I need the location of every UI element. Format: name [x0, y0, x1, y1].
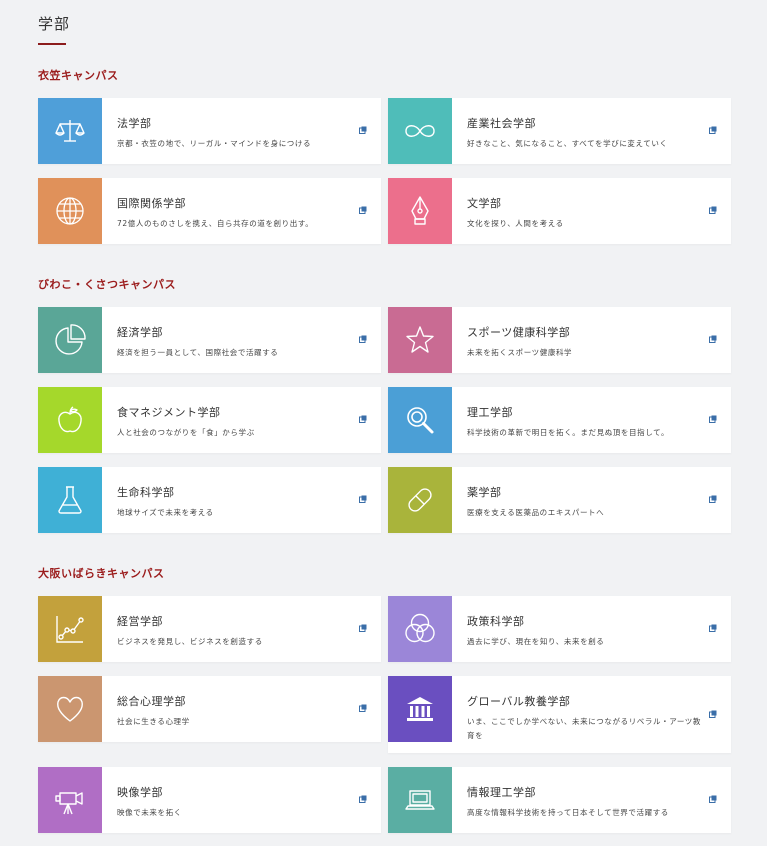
external-link-icon[interactable]	[359, 704, 367, 712]
page-title-underline	[38, 43, 66, 45]
faculty-card-pharmacy[interactable]: 薬学部 医療を支える医薬品のエキスパートへ	[388, 467, 731, 533]
faculty-description: 映像で未来を拓く	[117, 808, 182, 817]
external-link-icon[interactable]	[359, 335, 367, 343]
laptop-icon	[388, 767, 452, 833]
faculty-description: 好きなこと、気になること、すべてを学びに変えていく	[467, 139, 668, 148]
faculty-card-business-administration[interactable]: 経営学部 ビジネスを発見し、ビジネスを創造する	[38, 596, 381, 662]
faculty-name: 法学部	[117, 117, 152, 130]
faculty-name: グローバル教養学部	[467, 695, 571, 708]
faculty-description: 京都・衣笠の地で、リーガル・マインドを身につける	[117, 139, 312, 148]
institution-icon	[388, 676, 452, 742]
faculty-name: 映像学部	[117, 786, 163, 799]
external-link-icon[interactable]	[709, 624, 717, 632]
faculty-card-comprehensive-psychology[interactable]: 総合心理学部 社会に生きる心理学	[38, 676, 381, 742]
movie-camera-icon	[38, 767, 102, 833]
faculty-card-sport-health[interactable]: スポーツ健康科学部 未来を拓くスポーツ健康科学	[388, 307, 731, 373]
faculty-name: 理工学部	[467, 406, 513, 419]
faculty-description: 人と社会のつながりを「食」から学ぶ	[117, 428, 255, 437]
faculty-name: 経営学部	[117, 615, 163, 628]
faculty-description: 医療を支える医薬品のエキスパートへ	[467, 508, 605, 517]
external-link-icon[interactable]	[709, 710, 717, 718]
magnifier-icon	[388, 387, 452, 453]
faculty-card-policy-science[interactable]: 政策科学部 過去に学び、現在を知り、未来を創る	[388, 596, 731, 662]
faculty-card-science-engineering[interactable]: 理工学部 科学技術の革新で明日を拓く。まだ見ぬ頂を目指して。	[388, 387, 731, 453]
faculty-description: 文化を探り、人間を考える	[467, 219, 564, 228]
faculty-description: 科学技術の革新で明日を拓く。まだ見ぬ頂を目指して。	[467, 428, 670, 437]
globe-icon	[38, 178, 102, 244]
infinity-icon	[388, 98, 452, 164]
external-link-icon[interactable]	[709, 335, 717, 343]
external-link-icon[interactable]	[359, 495, 367, 503]
faculty-description: 地球サイズで未来を考える	[117, 508, 214, 517]
faculty-card-image-arts-sciences[interactable]: 映像学部 映像で未来を拓く	[38, 767, 381, 833]
faculty-description: 社会に生きる心理学	[117, 717, 190, 726]
faculty-name: 総合心理学部	[117, 695, 186, 708]
external-link-icon[interactable]	[709, 795, 717, 803]
pie-chart-icon	[38, 307, 102, 373]
faculty-name: 政策科学部	[467, 615, 525, 628]
faculty-card-economics[interactable]: 経済学部 経済を担う一員として、国際社会で活躍する	[38, 307, 381, 373]
capsule-icon	[388, 467, 452, 533]
line-graph-icon	[38, 596, 102, 662]
faculty-card-social-sciences[interactable]: 産業社会学部 好きなこと、気になること、すべてを学びに変えていく	[388, 98, 731, 164]
campus-heading-kinugasa: 衣笠キャンパス	[38, 69, 119, 82]
faculty-name: 薬学部	[467, 486, 502, 499]
faculty-card-life-sciences[interactable]: 生命科学部 地球サイズで未来を考える	[38, 467, 381, 533]
external-link-icon[interactable]	[359, 624, 367, 632]
faculty-description: 未来を拓くスポーツ健康科学	[467, 348, 573, 357]
faculty-card-global-liberal-arts[interactable]: グローバル教養学部 いま、ここでしか学べない、未来につながるリベラル・アーツ教育…	[388, 676, 731, 753]
scales-icon	[38, 98, 102, 164]
campus-heading-biwako-kusatsu: びわこ・くさつキャンパス	[38, 278, 176, 291]
external-link-icon[interactable]	[359, 415, 367, 423]
flask-icon	[38, 467, 102, 533]
faculty-card-law[interactable]: 法学部 京都・衣笠の地で、リーガル・マインドを身につける	[38, 98, 381, 164]
external-link-icon[interactable]	[709, 495, 717, 503]
faculty-card-letters[interactable]: 文学部 文化を探り、人間を考える	[388, 178, 731, 244]
faculty-description: 経済を担う一員として、国際社会で活躍する	[117, 348, 279, 357]
star-icon	[388, 307, 452, 373]
external-link-icon[interactable]	[359, 795, 367, 803]
faculty-name: スポーツ健康科学部	[467, 326, 571, 339]
faculty-description: 72億人のものさしを携え、自ら共存の道を創り出す。	[117, 219, 314, 228]
faculty-card-international-relations[interactable]: 国際関係学部 72億人のものさしを携え、自ら共存の道を創り出す。	[38, 178, 381, 244]
faculty-description: 過去に学び、現在を知り、未来を創る	[467, 637, 605, 646]
pen-nib-icon	[388, 178, 452, 244]
external-link-icon[interactable]	[359, 126, 367, 134]
faculty-name: 食マネジメント学部	[117, 406, 221, 419]
external-link-icon[interactable]	[359, 206, 367, 214]
page-title: 学部	[38, 15, 71, 33]
faculty-name: 生命科学部	[117, 486, 175, 499]
campus-heading-osaka-ibaraki: 大阪いばらきキャンパス	[38, 567, 165, 580]
faculty-name: 経済学部	[117, 326, 163, 339]
faculty-name: 情報理工学部	[467, 786, 536, 799]
faculty-name: 産業社会学部	[467, 117, 536, 130]
heart-icon	[38, 676, 102, 742]
external-link-icon[interactable]	[709, 126, 717, 134]
faculty-description: ビジネスを発見し、ビジネスを創造する	[117, 637, 263, 646]
faculty-description: 高度な情報科学技術を持って日本そして世界で活躍する	[467, 808, 669, 817]
faculty-description: いま、ここでしか学べない、未来につながるリベラル・アーツ教育を	[467, 717, 701, 740]
faculty-name: 文学部	[467, 197, 502, 210]
faculty-name: 国際関係学部	[117, 197, 186, 210]
faculty-card-gastronomy-management[interactable]: 食マネジメント学部 人と社会のつながりを「食」から学ぶ	[38, 387, 381, 453]
faculty-card-information-science[interactable]: 情報理工学部 高度な情報科学技術を持って日本そして世界で活躍する	[388, 767, 731, 833]
apple-icon	[38, 387, 102, 453]
external-link-icon[interactable]	[709, 415, 717, 423]
venn-icon	[388, 596, 452, 662]
external-link-icon[interactable]	[709, 206, 717, 214]
